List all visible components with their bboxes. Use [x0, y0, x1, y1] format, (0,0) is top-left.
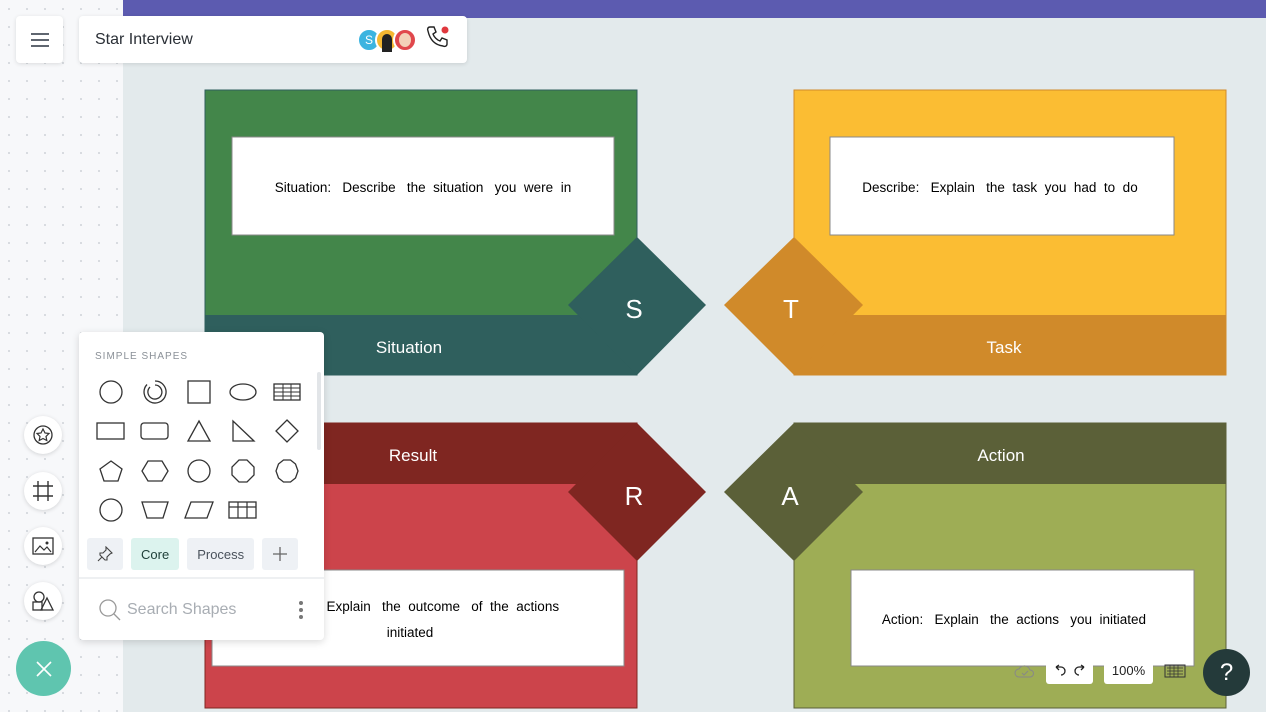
help-button[interactable]: ?: [1203, 649, 1250, 696]
panel-scrollbar[interactable]: [317, 372, 321, 450]
shapes-grid: [89, 372, 309, 530]
search-shapes-input[interactable]: Search Shapes: [127, 601, 298, 619]
shapes-section-header: SIMPLE SHAPES: [95, 351, 189, 362]
heptagon-shape[interactable]: [177, 451, 221, 491]
close-icon: [35, 660, 52, 677]
document-title[interactable]: Star Interview: [95, 31, 363, 49]
situation-label: Situation: [376, 338, 442, 357]
octagon-shape[interactable]: [221, 451, 265, 491]
plus-icon: [273, 547, 288, 561]
task-quadrant[interactable]: T Task Describe: Explain the task you ha…: [724, 89, 1227, 376]
more-options-icon[interactable]: [298, 600, 304, 620]
pin-button[interactable]: [87, 538, 123, 570]
situation-text: Situation: Describe the situation you we…: [275, 180, 571, 195]
avatar[interactable]: [393, 27, 417, 52]
zoom-level[interactable]: 100%: [1104, 656, 1153, 684]
action-letter: A: [781, 481, 799, 511]
triangle-shape[interactable]: [177, 412, 221, 452]
star-shapes-icon: [33, 425, 53, 445]
task-text: Describe: Explain the task you had to do: [862, 180, 1137, 195]
hamburger-icon: [30, 32, 49, 47]
parallelogram-shape[interactable]: [177, 491, 221, 531]
search-shapes-row: Search Shapes: [79, 577, 324, 640]
frame-tool-button[interactable]: [24, 472, 62, 510]
right-triangle-shape[interactable]: [221, 412, 265, 452]
result-text-line2: initiated: [387, 625, 434, 640]
decagon-shape[interactable]: [265, 451, 309, 491]
tab-core[interactable]: Core: [131, 538, 180, 570]
pentagon-shape[interactable]: [89, 451, 133, 491]
shapes-icon: [32, 591, 55, 611]
rectangle-shape[interactable]: [89, 412, 133, 452]
result-letter: R: [625, 481, 644, 511]
redo-icon[interactable]: [1073, 664, 1088, 676]
ellipse-shape[interactable]: [221, 372, 265, 412]
undo-redo-group: [1046, 656, 1093, 684]
shapes-panel: SIMPLE SHAPES Core Process Search Shapes: [79, 332, 324, 640]
table-shape[interactable]: [265, 372, 309, 412]
circle-shape[interactable]: [89, 372, 133, 412]
frame-icon: [33, 481, 53, 501]
rounded-rectangle-shape[interactable]: [133, 412, 177, 452]
close-panel-button[interactable]: [16, 641, 71, 696]
pin-icon: [97, 546, 113, 562]
keyboard-icon[interactable]: [1164, 664, 1186, 678]
task-label: Task: [987, 338, 1022, 357]
shape-library-tabs: Core Process: [87, 538, 299, 570]
undo-icon[interactable]: [1052, 664, 1066, 676]
action-label: Action: [977, 446, 1024, 465]
action-text: Action: Explain the actions you initiate…: [882, 612, 1146, 627]
shapes-tool-button[interactable]: [24, 582, 62, 620]
diamond-shape[interactable]: [265, 412, 309, 452]
task-letter: T: [783, 294, 799, 324]
tab-process[interactable]: Process: [187, 538, 255, 570]
trapezoid-shape[interactable]: [133, 491, 177, 531]
grid-table-shape[interactable]: [221, 491, 265, 531]
image-icon: [32, 537, 54, 555]
dodecagon-shape[interactable]: [89, 491, 133, 531]
hexagon-shape[interactable]: [133, 451, 177, 491]
result-label: Result: [389, 446, 437, 465]
square-shape[interactable]: [177, 372, 221, 412]
image-tool-button[interactable]: [24, 527, 62, 565]
add-library-button[interactable]: [262, 538, 299, 570]
favorites-tool-button[interactable]: [24, 416, 62, 454]
call-button[interactable]: [425, 24, 451, 55]
arc-shape[interactable]: [133, 372, 177, 412]
search-icon: [99, 598, 121, 620]
document-title-bar: Star Interview S: [79, 16, 467, 63]
cloud-saved-icon: [1014, 665, 1034, 678]
menu-button[interactable]: [16, 16, 63, 63]
phone-icon: [426, 26, 449, 48]
situation-letter: S: [625, 294, 642, 324]
